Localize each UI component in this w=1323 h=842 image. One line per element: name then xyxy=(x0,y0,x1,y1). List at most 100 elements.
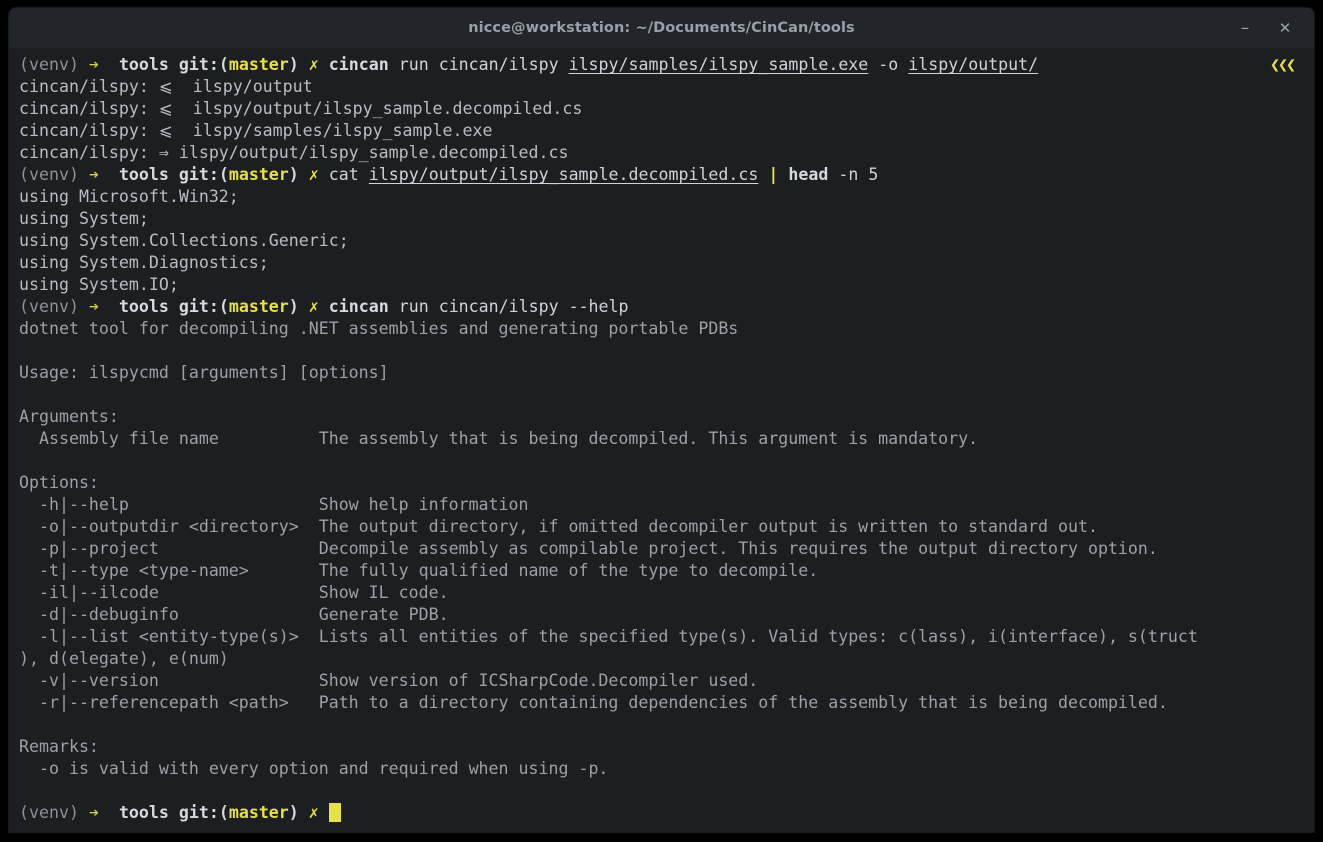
terminal-output-line: Remarks: xyxy=(19,736,1314,758)
title-bar[interactable]: nicce@workstation: ~/Documents/CinCan/to… xyxy=(9,8,1314,49)
text-cursor[interactable] xyxy=(328,803,341,822)
terminal-window: nicce@workstation: ~/Documents/CinCan/to… xyxy=(9,8,1314,832)
output-text: -p|--project Decompile assembly as compi… xyxy=(19,539,1158,558)
prompt-git-branch: master xyxy=(228,165,289,184)
prompt-git-branch: master xyxy=(228,803,289,822)
output-text: ), d(elegate), e(num) xyxy=(19,649,229,668)
terminal-output-line: -t|--type <type-name> The fully qualifie… xyxy=(19,560,1314,582)
prompt-git-close: ) xyxy=(288,297,299,316)
terminal-output-line: ), d(elegate), e(num) xyxy=(19,648,1314,670)
output-text: using System.Collections.Generic; xyxy=(19,231,349,250)
terminal-output-line: using System.IO; xyxy=(19,274,1314,296)
output-text: -r|--referencepath <path> Path to a dire… xyxy=(19,693,1168,712)
command-segment: -n 5 xyxy=(828,165,879,184)
prompt-git-close: ) xyxy=(288,165,299,184)
terminal-output-line: using System.Diagnostics; xyxy=(19,252,1314,274)
terminal-command-line: (venv) ➔ tools git:(master) ✗ cat ilspy/… xyxy=(19,164,1314,186)
terminal-output-line: -r|--referencepath <path> Path to a dire… xyxy=(19,692,1314,714)
terminal-output-line: cincan/ilspy: ⩽ ilspy/output/ilspy_sampl… xyxy=(19,98,1314,120)
terminal-output-line: -o is valid with every option and requir… xyxy=(19,758,1314,780)
terminal-output-line: -l|--list <entity-type(s)> Lists all ent… xyxy=(19,626,1314,648)
terminal-output-line: Usage: ilspycmd [arguments] [options] xyxy=(19,362,1314,384)
terminal-output-line xyxy=(19,780,1314,802)
minimize-icon[interactable]: – xyxy=(1234,17,1256,39)
prompt-status-icon: ✗ xyxy=(308,165,319,184)
command-segment xyxy=(758,165,768,184)
command-segment: cincan xyxy=(328,55,389,74)
prompt-directory: tools xyxy=(118,165,169,184)
terminal-output-line: cincan/ilspy: ⇒ ilspy/output/ilspy_sampl… xyxy=(19,142,1314,164)
prompt-git-open: git:( xyxy=(178,803,229,822)
prompt-arrow-icon: ➔ xyxy=(88,165,99,184)
terminal-active-prompt: (venv) ➔ tools git:(master) ✗ xyxy=(19,802,1314,824)
terminal-output-line: -p|--project Decompile assembly as compi… xyxy=(19,538,1314,560)
prompt-git-close: ) xyxy=(288,55,299,74)
prompt-venv: (venv) xyxy=(19,803,79,822)
output-text: -h|--help Show help information xyxy=(19,495,529,514)
output-text: -d|--debuginfo Generate PDB. xyxy=(19,605,449,624)
terminal-command-line: (venv) ➔ tools git:(master) ✗ cincan run… xyxy=(19,296,1314,318)
command-segment: -o xyxy=(868,55,909,74)
output-text: Arguments: xyxy=(19,407,119,426)
scroll-marker: ❮❮❮ xyxy=(1270,55,1296,74)
terminal-output-line xyxy=(19,340,1314,362)
terminal-output-line: -o|--outputdir <directory> The output di… xyxy=(19,516,1314,538)
terminal-output-line: using System; xyxy=(19,208,1314,230)
terminal-output-line: -h|--help Show help information xyxy=(19,494,1314,516)
output-text: -o is valid with every option and requir… xyxy=(19,759,609,778)
window-title: nicce@workstation: ~/Documents/CinCan/to… xyxy=(468,20,855,36)
prompt-venv: (venv) xyxy=(19,55,79,74)
output-text: -l|--list <entity-type(s)> Lists all ent… xyxy=(19,627,1198,646)
prompt-status-icon: ✗ xyxy=(308,297,319,316)
output-text: cincan/ilspy: ⩽ ilspy/output/ilspy_sampl… xyxy=(19,99,583,118)
output-text: using System.Diagnostics; xyxy=(19,253,269,272)
command-segment: cincan xyxy=(328,297,389,316)
terminal-output-line: cincan/ilspy: ⩽ ilspy/output xyxy=(19,76,1314,98)
prompt-directory: tools xyxy=(118,297,169,316)
output-text: using System; xyxy=(19,209,149,228)
prompt-git-branch: master xyxy=(228,297,289,316)
command-segment: ilspy/output/ xyxy=(908,55,1039,74)
terminal-output-line: dotnet tool for decompiling .NET assembl… xyxy=(19,318,1314,340)
terminal-output-line: Options: xyxy=(19,472,1314,494)
command-segment: head xyxy=(788,165,829,184)
prompt-git-close: ) xyxy=(288,803,299,822)
output-text: Assembly file name The assembly that is … xyxy=(19,429,979,448)
prompt-directory: tools xyxy=(118,55,169,74)
terminal-output-line: -v|--version Show version of ICSharpCode… xyxy=(19,670,1314,692)
terminal-output-line: -il|--ilcode Show IL code. xyxy=(19,582,1314,604)
prompt-git-open: git:( xyxy=(178,165,229,184)
terminal-output-line: cincan/ilspy: ⩽ ilspy/samples/ilspy_samp… xyxy=(19,120,1314,142)
prompt-venv: (venv) xyxy=(19,165,79,184)
output-text: -t|--type <type-name> The fully qualifie… xyxy=(19,561,819,580)
prompt-git-open: git:( xyxy=(178,55,229,74)
window-controls: – ✕ xyxy=(1234,8,1306,48)
prompt-arrow-icon: ➔ xyxy=(88,297,99,316)
output-text: Remarks: xyxy=(19,737,99,756)
prompt-arrow-icon: ➔ xyxy=(88,803,99,822)
output-text: cincan/ilspy: ⩽ ilspy/samples/ilspy_samp… xyxy=(19,121,493,140)
terminal-body[interactable]: (venv) ➔ tools git:(master) ✗ cincan run… xyxy=(9,49,1314,832)
command-segment: cat xyxy=(328,165,369,184)
close-icon[interactable]: ✕ xyxy=(1274,17,1296,39)
terminal-output-line: Arguments: xyxy=(19,406,1314,428)
output-text: using System.IO; xyxy=(19,275,179,294)
console-output: (venv) ➔ tools git:(master) ✗ cincan run… xyxy=(9,54,1314,824)
terminal-output-line xyxy=(19,714,1314,736)
command-segment: ilspy/samples/ilspy_sample.exe xyxy=(568,55,869,74)
terminal-output-line xyxy=(19,384,1314,406)
output-text: cincan/ilspy: ⩽ ilspy/output xyxy=(19,77,313,96)
output-text: Options: xyxy=(19,473,99,492)
terminal-output-line: Assembly file name The assembly that is … xyxy=(19,428,1314,450)
prompt-status-icon: ✗ xyxy=(308,55,319,74)
terminal-output-line: using System.Collections.Generic; xyxy=(19,230,1314,252)
terminal-output-line: -d|--debuginfo Generate PDB. xyxy=(19,604,1314,626)
output-text: -il|--ilcode Show IL code. xyxy=(19,583,449,602)
command-segment: ilspy/output/ilspy_sample.decompiled.cs xyxy=(368,165,759,184)
prompt-venv: (venv) xyxy=(19,297,79,316)
output-text: -v|--version Show version of ICSharpCode… xyxy=(19,671,759,690)
